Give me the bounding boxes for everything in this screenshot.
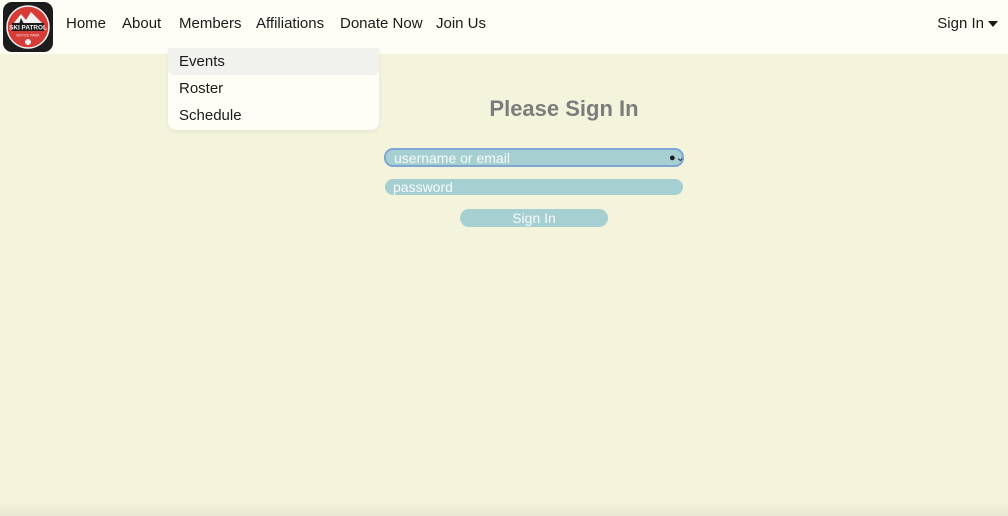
nav-about[interactable]: About xyxy=(122,15,161,32)
page-title: Please Sign In xyxy=(489,96,639,121)
sign-in-menu[interactable]: Sign In xyxy=(937,15,998,32)
caret-down-icon xyxy=(988,20,998,27)
logo-line2: BOYCE PARK xyxy=(16,34,40,38)
nav-donate-now[interactable]: Donate Now xyxy=(340,15,423,32)
navbar: SKI PATROL BOYCE PARK Home About Members… xyxy=(0,0,1008,54)
dropdown-item-events[interactable]: Events xyxy=(168,48,379,75)
sign-in-button[interactable]: Sign In xyxy=(460,209,608,227)
bottom-shadow xyxy=(0,502,1008,516)
sign-in-menu-label: Sign In xyxy=(937,15,984,32)
ski-patrol-logo[interactable]: SKI PATROL BOYCE PARK xyxy=(3,2,53,52)
key-icon[interactable]: ●⌄ xyxy=(669,151,685,164)
nav-join-us[interactable]: Join Us xyxy=(436,15,486,32)
nav-home[interactable]: Home xyxy=(66,15,106,32)
logo-line1: SKI PATROL xyxy=(9,25,47,32)
password-input[interactable] xyxy=(385,179,683,195)
nav-members[interactable]: Members xyxy=(179,15,242,32)
username-input[interactable] xyxy=(384,148,684,167)
nav-affiliations[interactable]: Affiliations xyxy=(256,15,324,32)
